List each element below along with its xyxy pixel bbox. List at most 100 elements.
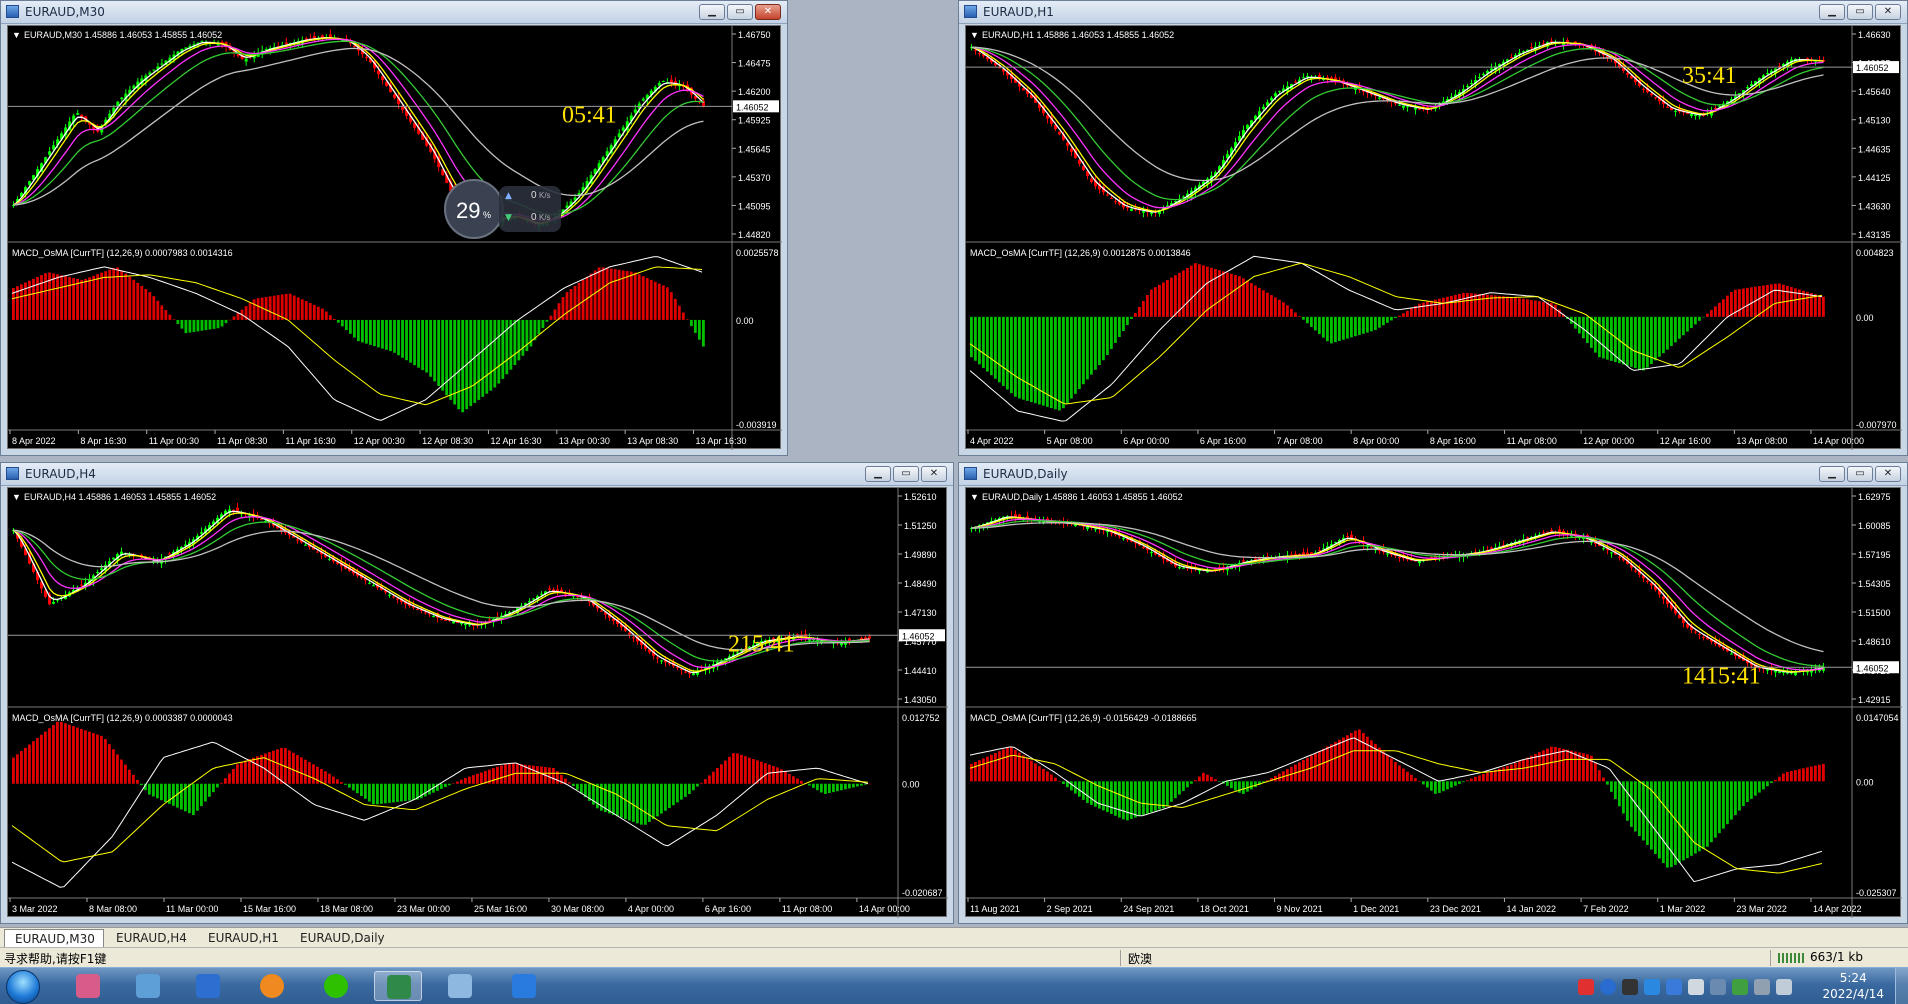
- tray-help-icon[interactable]: [1600, 979, 1616, 995]
- macd-histogram-bar: [1238, 276, 1241, 317]
- candle-body: [1254, 558, 1257, 560]
- macd-histogram-bar: [1022, 755, 1025, 782]
- minimize-button[interactable]: ▁: [865, 466, 891, 482]
- macd-histogram-bar: [656, 783, 659, 817]
- tab-euraud-m30[interactable]: EURAUD,M30: [4, 929, 104, 947]
- chart-window-h1[interactable]: EURAUD,H1 ▁ ▭ ✕ 1.466301.461351.456401.4…: [958, 0, 1908, 456]
- macd-histogram-bar: [441, 319, 445, 391]
- window-title-bar[interactable]: EURAUD,M30 ▁ ▭ ✕: [1, 1, 787, 24]
- macd-histogram-bar: [1666, 316, 1669, 350]
- macd-histogram-bar: [1230, 273, 1233, 317]
- minimize-button[interactable]: ▁: [1819, 4, 1845, 20]
- macd-histogram-bar: [1682, 316, 1685, 336]
- taskbar-clock[interactable]: 5:24 2022/4/14: [1822, 970, 1884, 1002]
- tray-app-icon[interactable]: [1754, 979, 1770, 995]
- macd-histogram-bar: [1146, 295, 1149, 317]
- macd-histogram-bar: [1622, 316, 1625, 365]
- macd-label: MACD_OsMA [CurrTF] (12,26,9) 0.0007983 0…: [12, 248, 233, 258]
- minimize-button[interactable]: ▁: [1819, 466, 1845, 482]
- macd-histogram-bar: [469, 319, 473, 407]
- tray-app-icon[interactable]: [1710, 979, 1726, 995]
- candle-body: [1386, 553, 1389, 555]
- taskbar-app-5[interactable]: [436, 971, 484, 1001]
- chart-window-h4[interactable]: EURAUD,H4 ▁ ▭ ✕ 1.52610 1.51250 1.49890 1.4…: [0, 462, 954, 924]
- macd-histogram-bar: [1458, 293, 1461, 317]
- chart-area[interactable]: 1.466301.461351.456401.451301.446351.441…: [965, 25, 1902, 450]
- macd-histogram-bar: [1802, 768, 1805, 782]
- price-macd-chart[interactable]: 1.46750 1.46475 1.46200 1.45925 1.45645 1.453…: [8, 26, 782, 450]
- maximize-button[interactable]: ▭: [1847, 4, 1873, 20]
- maximize-button[interactable]: ▭: [727, 4, 753, 20]
- macd-histogram-bar: [1070, 316, 1073, 399]
- window-title-bar[interactable]: EURAUD,Daily ▁ ▭ ✕: [959, 463, 1907, 486]
- macd-histogram-bar: [1246, 781, 1249, 792]
- start-button[interactable]: [6, 970, 40, 1004]
- window-title-bar[interactable]: EURAUD,H4 ▁ ▭ ✕: [1, 463, 953, 486]
- macd-tick-label: 0.012752: [902, 713, 940, 723]
- maximize-button[interactable]: ▭: [1847, 466, 1873, 482]
- taskbar-app-6[interactable]: [500, 971, 548, 1001]
- candle-body: [1786, 672, 1789, 674]
- chart-window-m30[interactable]: EURAUD,M30 ▁ ▭ ✕ 1.46750 1.46475 1.46200 1.…: [0, 0, 788, 456]
- macd-histogram-bar: [625, 271, 629, 320]
- taskbar-app-mt4[interactable]: [374, 971, 422, 1001]
- macd-histogram-bar: [204, 783, 207, 802]
- macd-histogram-bar: [1382, 316, 1385, 326]
- candle-body: [1746, 87, 1749, 89]
- time-tick-label: 11 Apr 08:00: [1506, 436, 1556, 446]
- macd-histogram-bar: [92, 733, 95, 784]
- network-icon[interactable]: [1776, 979, 1792, 995]
- tray-app-icon[interactable]: [1578, 979, 1594, 995]
- taskbar-app-2[interactable]: [124, 971, 172, 1001]
- macd-histogram-bar: [260, 754, 263, 784]
- price-macd-chart[interactable]: 1.526101.512501.498901.484901.471301.457…: [8, 488, 948, 918]
- taskbar-app-4[interactable]: [248, 971, 296, 1001]
- macd-histogram-bar: [320, 308, 324, 320]
- tray-shield-icon[interactable]: [1666, 979, 1682, 995]
- macd-histogram-bar: [1142, 301, 1145, 317]
- macd-histogram-bar: [348, 319, 352, 334]
- chart-area[interactable]: 1.62975 1.60085 1.57195 1.54305 1.51500 1.486…: [965, 487, 1902, 918]
- tab-euraud-daily[interactable]: EURAUD,Daily: [290, 929, 392, 947]
- macd-histogram-bar: [1014, 749, 1017, 782]
- macd-histogram-bar: [521, 319, 525, 356]
- network-speed-widget[interactable]: 29 % ▲ 0 K/s ▼ 0 K/s: [443, 178, 563, 240]
- price-macd-chart[interactable]: 1.62975 1.60085 1.57195 1.54305 1.51500 1.486…: [966, 488, 1902, 918]
- macd-histogram-bar: [1778, 776, 1781, 782]
- macd-histogram-bar: [497, 319, 501, 384]
- close-button[interactable]: ✕: [1875, 466, 1901, 482]
- chart-window-daily[interactable]: EURAUD,Daily ▁ ▭ ✕ 1.62975 1.60085 1.57195…: [958, 462, 1908, 924]
- tab-euraud-h4[interactable]: EURAUD,H4: [106, 929, 198, 947]
- tab-euraud-h1[interactable]: EURAUD,H1: [198, 929, 290, 947]
- candle-body: [244, 58, 248, 62]
- chart-area[interactable]: 1.52610 1.51250 1.49890 1.48490 1.47130 1.457…: [7, 487, 948, 918]
- tray-app-icon[interactable]: [1644, 979, 1660, 995]
- macd-histogram-bar: [1462, 292, 1465, 317]
- macd-histogram-bar: [1774, 283, 1777, 317]
- tray-app-icon[interactable]: [1622, 979, 1638, 995]
- macd-histogram-bar: [1470, 778, 1473, 782]
- volume-icon[interactable]: [1688, 979, 1704, 995]
- macd-histogram-bar: [685, 319, 689, 320]
- close-button[interactable]: ✕: [921, 466, 947, 482]
- minimize-button[interactable]: ▁: [699, 4, 725, 20]
- show-desktop-button[interactable]: [1895, 968, 1908, 1004]
- taskbar-app-wechat[interactable]: [312, 971, 360, 1001]
- taskbar-app-3[interactable]: [184, 971, 232, 1001]
- candle-body: [1646, 580, 1649, 582]
- macd-histogram-bar: [504, 764, 507, 784]
- taskbar-app-1[interactable]: [64, 971, 112, 1001]
- tray-app-icon[interactable]: [1732, 979, 1748, 995]
- price-macd-chart[interactable]: 1.466301.461351.456401.451301.446351.441…: [966, 26, 1902, 450]
- macd-histogram-bar: [68, 724, 71, 784]
- macd-histogram-bar: [1422, 302, 1425, 317]
- close-button[interactable]: ✕: [755, 4, 781, 20]
- window-title-bar[interactable]: EURAUD,H1 ▁ ▭ ✕: [959, 1, 1907, 24]
- maximize-button[interactable]: ▭: [893, 466, 919, 482]
- macd-histogram-bar: [1542, 301, 1545, 317]
- chart-area[interactable]: 1.46750 1.46475 1.46200 1.45925 1.45645 1.453…: [7, 25, 782, 450]
- candle-body: [617, 133, 621, 138]
- close-button[interactable]: ✕: [1875, 4, 1901, 20]
- status-profile[interactable]: 欧澳: [1128, 950, 1152, 967]
- macd-histogram-bar: [978, 760, 981, 782]
